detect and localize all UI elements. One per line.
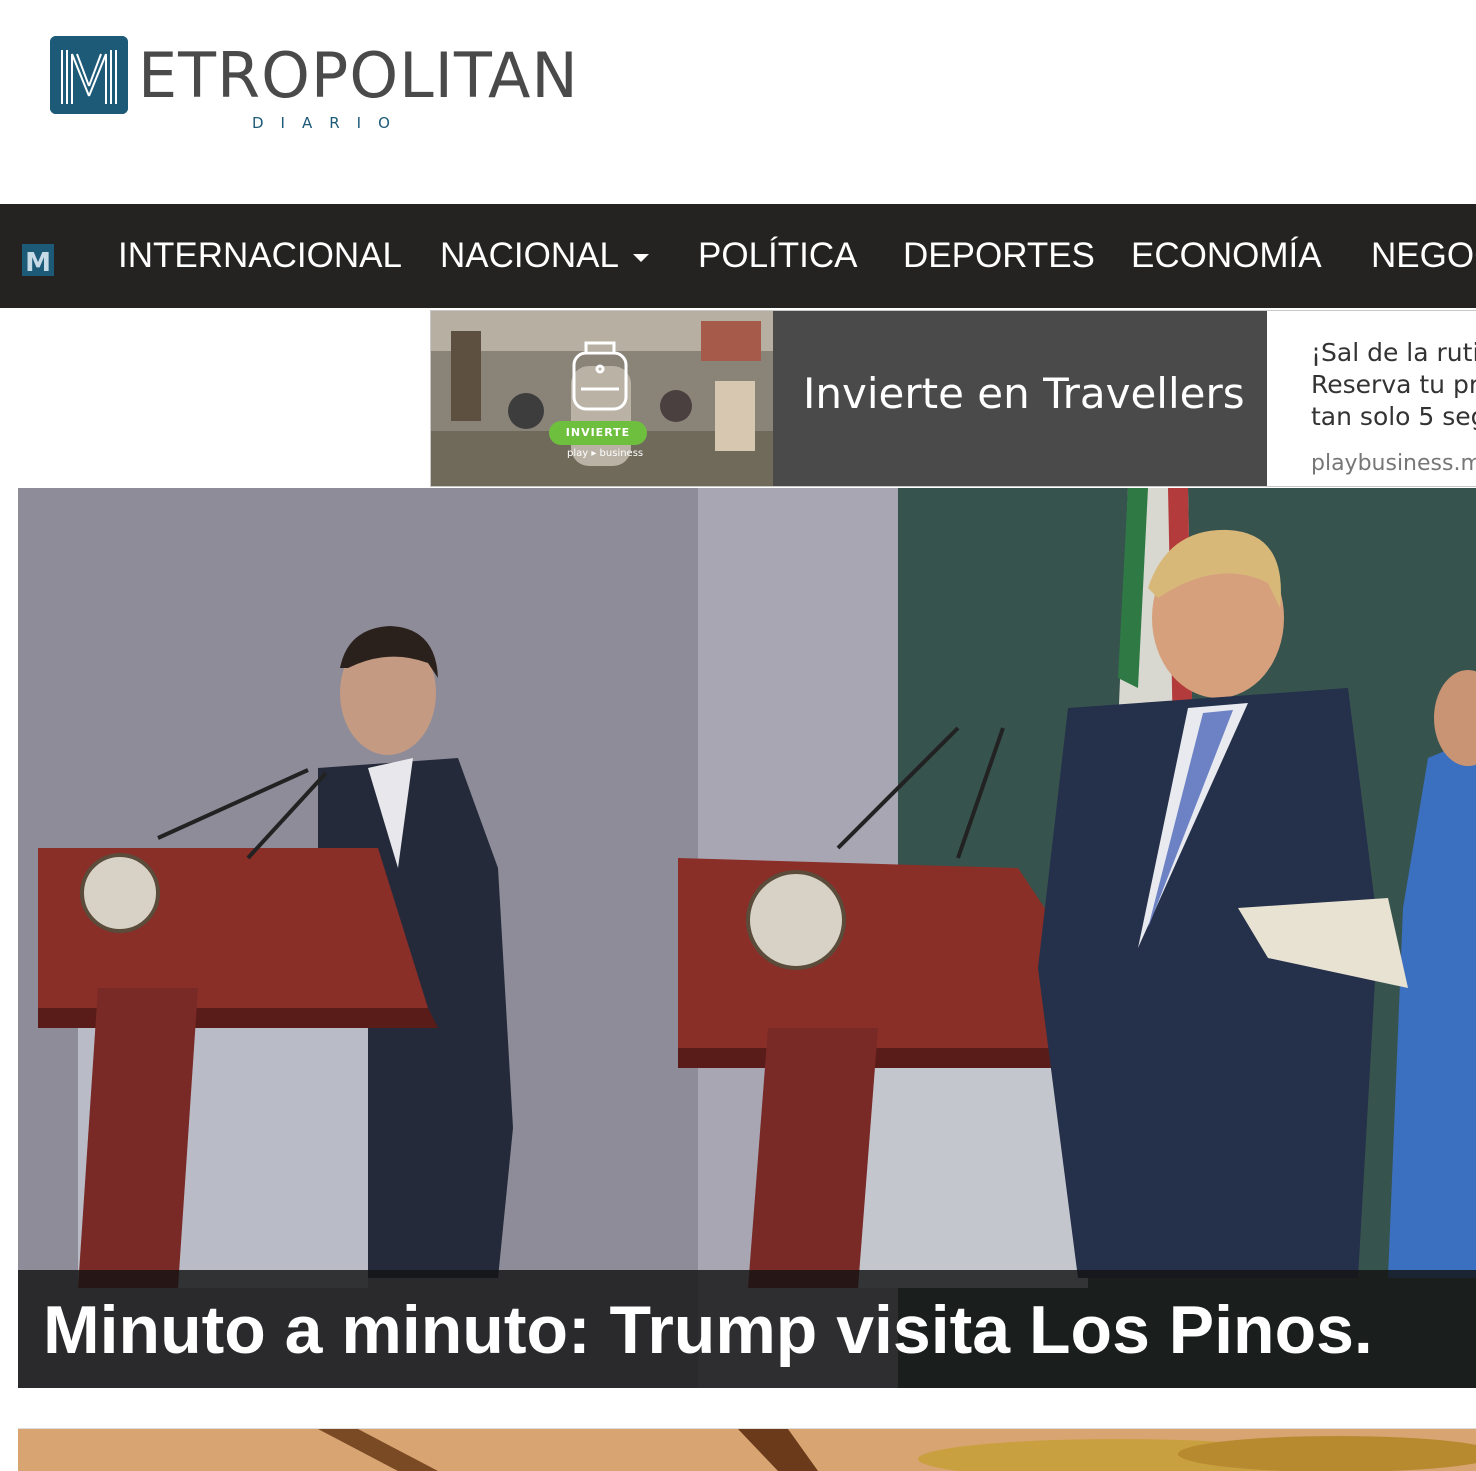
metropolitan-m-icon[interactable]: M [22, 244, 54, 276]
ad-badge: INVIERTE [549, 421, 647, 445]
ad-text-line: ¡Sal de la rutir [1311, 338, 1476, 367]
nav-item-deportes[interactable]: DEPORTES [903, 234, 1095, 278]
next-article-image [18, 1429, 1476, 1471]
ad-text-line: tan solo 5 seg [1311, 402, 1476, 431]
nav-item-label: INTERNACIONAL [118, 236, 402, 275]
ad-domain: playbusiness.mx [1311, 451, 1476, 476]
hero-caption-overlay: Minuto a minuto: Trump visita Los Pinos. [18, 1270, 1476, 1388]
nav-item-label: NEGOC [1371, 236, 1476, 275]
nav-item-economia[interactable]: ECONOMÍA [1131, 234, 1322, 278]
ad-brand-small: play ▸ business [567, 448, 644, 459]
hero-image [18, 488, 1476, 1388]
logo-wordmark: ETROPOLITAN [138, 39, 579, 112]
hero-headline[interactable]: Minuto a minuto: Trump visita Los Pinos. [43, 1292, 1373, 1368]
nav-item-label: DEPORTES [903, 236, 1095, 275]
metropolitan-m-logo-icon [50, 36, 128, 114]
ad-text-line: Reserva tu pro [1311, 370, 1476, 399]
chevron-down-icon [632, 253, 649, 262]
nav-item-negocios[interactable]: NEGOC [1371, 234, 1476, 278]
hero-article[interactable]: Minuto a minuto: Trump visita Los Pinos. [18, 488, 1476, 1388]
site-logo[interactable]: ETROPOLITAN DIARIO [50, 34, 610, 144]
ad-headline-panel: Invierte en Travellers [773, 311, 1267, 486]
nav-item-label: POLÍTICA [698, 236, 858, 275]
main-nav: M INTERNACIONAL NACIONAL POLÍTICA DEPORT… [0, 204, 1476, 308]
ad-headline: Invierte en Travellers [803, 369, 1245, 418]
nav-item-internacional[interactable]: INTERNACIONAL [118, 234, 402, 278]
nav-item-label: NACIONAL [440, 236, 619, 275]
ad-banner[interactable]: INVIERTE play ▸ business Invierte en Tra… [430, 310, 1476, 487]
ad-photo: INVIERTE play ▸ business [431, 311, 773, 486]
nav-item-politica[interactable]: POLÍTICA [698, 234, 857, 278]
nav-item-nacional[interactable]: NACIONAL [440, 234, 649, 278]
ad-description: ¡Sal de la rutir Reserva tu pro tan solo… [1311, 337, 1476, 433]
logo-subtitle: DIARIO [252, 114, 407, 132]
nav-item-label: ECONOMÍA [1131, 236, 1322, 275]
next-article-card[interactable] [18, 1428, 1476, 1471]
svg-text:M: M [25, 248, 51, 276]
